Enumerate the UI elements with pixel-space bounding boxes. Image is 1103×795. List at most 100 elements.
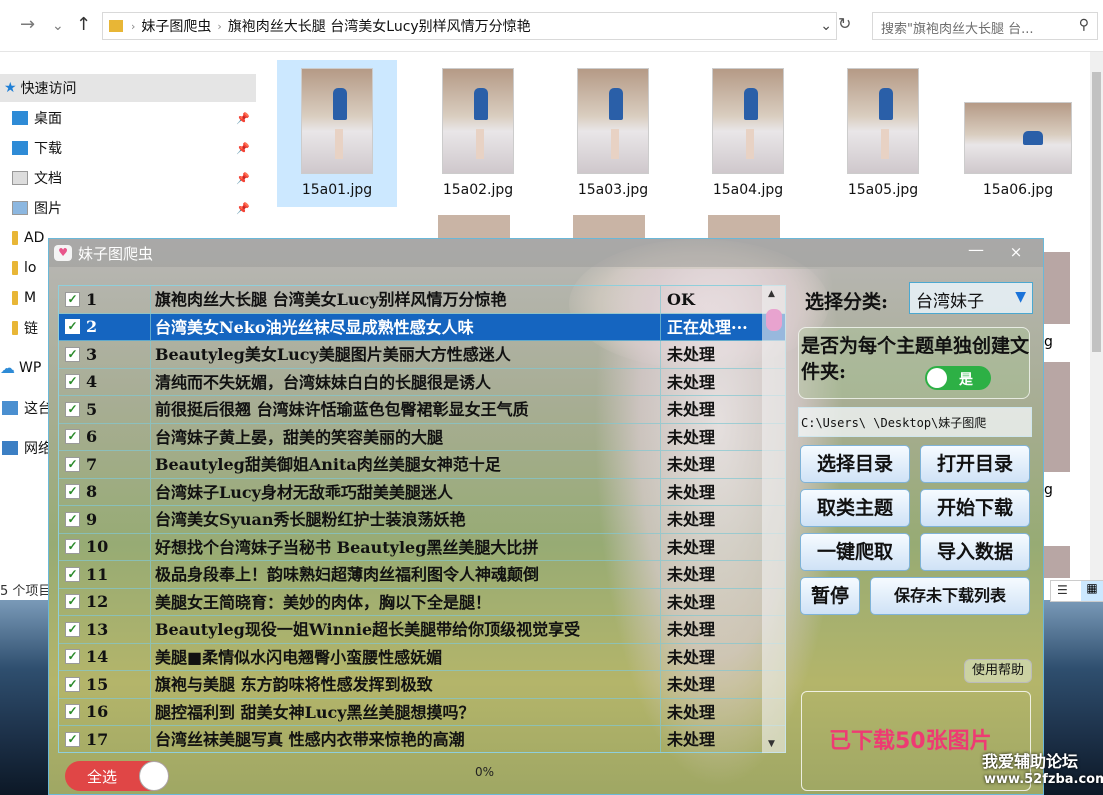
list-scrollbar[interactable]: ▲ ▼ bbox=[762, 285, 786, 753]
start-download-button[interactable]: 开始下载 bbox=[920, 489, 1030, 527]
get-topics-button[interactable]: 取类主题 bbox=[800, 489, 910, 527]
nav-downloads[interactable]: 下载 bbox=[12, 134, 62, 162]
large-icons-view-icon[interactable]: ▦ bbox=[1081, 581, 1103, 601]
breadcrumb-item[interactable]: 旗袍肉丝大长腿 台湾美女Lucy别样风情万分惊艳 bbox=[222, 16, 537, 36]
row-checkbox[interactable]: ✓ bbox=[65, 346, 80, 362]
topic-row[interactable]: ✓ 1 旗袍肉丝大长腿 台湾美女Lucy别样风情万分惊艳 OK bbox=[59, 286, 785, 314]
scroll-up-icon[interactable]: ▲ bbox=[768, 289, 775, 299]
row-checkbox[interactable]: ✓ bbox=[65, 704, 80, 720]
details-view-icon[interactable]: ☰ bbox=[1057, 583, 1068, 597]
nav-documents[interactable]: 文档 bbox=[12, 164, 62, 192]
image-thumbnail-partial[interactable] bbox=[438, 215, 510, 239]
row-checkbox[interactable]: ✓ bbox=[65, 401, 80, 417]
topic-list[interactable]: ✓ 1 旗袍肉丝大长腿 台湾美女Lucy别样风情万分惊艳 OK ✓ 2 台湾美女Neko油光… bbox=[58, 285, 786, 753]
image-thumbnail-partial[interactable] bbox=[573, 215, 645, 239]
topic-row[interactable]: ✓ 8 台湾妹子Lucy身材无敌乖巧甜美美腿迷人 未处理 bbox=[59, 478, 785, 506]
app-title-bar[interactable]: ♥ 妹子图爬虫 — × bbox=[49, 239, 1043, 267]
topic-row[interactable]: ✓ 3 Beautyleg美女Lucy美腿图片美丽大方性感迷人 未处理 bbox=[59, 341, 785, 369]
close-button[interactable]: × bbox=[1001, 239, 1031, 265]
topic-row[interactable]: ✓ 4 清纯而不失妩媚，台湾妹妹白白的长腿很是诱人 未处理 bbox=[59, 368, 785, 396]
save-path-field[interactable]: C:\Users\ \Desktop\妹子图爬 bbox=[798, 407, 1032, 437]
folder-option-toggle[interactable]: 是 bbox=[925, 366, 991, 390]
open-directory-button[interactable]: 打开目录 bbox=[920, 445, 1030, 483]
nav-folder-ad[interactable]: AD bbox=[12, 224, 44, 252]
file-thumbnail[interactable]: 15a04.jpg bbox=[688, 60, 808, 210]
image-thumbnail-partial[interactable] bbox=[1044, 252, 1070, 324]
nav-desktop[interactable]: 桌面 bbox=[12, 104, 62, 132]
scrollbar-thumb[interactable] bbox=[1092, 72, 1101, 352]
address-box[interactable]: › 妹子图爬虫 › 旗袍肉丝大长腿 台湾美女Lucy别样风情万分惊艳 ⌄ bbox=[102, 12, 837, 40]
one-click-crawl-button[interactable]: 一键爬取 bbox=[800, 533, 910, 571]
row-checkbox[interactable]: ✓ bbox=[65, 566, 80, 582]
row-number: 9 bbox=[86, 509, 98, 529]
file-thumbnail[interactable]: 15a03.jpg bbox=[553, 60, 673, 210]
row-checkbox[interactable]: ✓ bbox=[65, 594, 80, 610]
topic-row[interactable]: ✓ 16 腿控福利到 甜美女神Lucy黑丝美腿想摸吗？ 未处理 bbox=[59, 698, 785, 726]
image-thumbnail-partial[interactable] bbox=[1044, 362, 1070, 472]
row-checkbox[interactable]: ✓ bbox=[65, 731, 80, 747]
pin-icon[interactable]: 📌 bbox=[236, 172, 250, 185]
scrollbar-thumb[interactable] bbox=[766, 309, 782, 331]
topic-row[interactable]: ✓ 13 Beautyleg现役一姐Winnie超长美腿带给你顶级视觉享受 未处理 bbox=[59, 616, 785, 644]
pause-button[interactable]: 暂停 bbox=[800, 577, 860, 615]
image-thumbnail-partial[interactable] bbox=[708, 215, 780, 239]
topic-row[interactable]: ✓ 17 台湾丝袜美腿写真 性感内衣带来惊艳的高潮 未处理 bbox=[59, 726, 785, 752]
row-checkbox[interactable]: ✓ bbox=[65, 456, 80, 472]
nav-folder-m[interactable]: M bbox=[12, 284, 36, 312]
topic-row[interactable]: ✓ 10 好想找个台湾妹子当秘书 Beautyleg黑丝美腿大比拼 未处理 bbox=[59, 533, 785, 561]
topic-row[interactable]: ✓ 14 美腿■柔情似水闪电翘臀小蛮腰性感妩媚 未处理 bbox=[59, 643, 785, 671]
search-icon[interactable]: ⚲ bbox=[1079, 17, 1089, 33]
row-checkbox[interactable]: ✓ bbox=[65, 649, 80, 665]
row-checkbox[interactable]: ✓ bbox=[65, 374, 80, 390]
row-checkbox[interactable]: ✓ bbox=[65, 676, 80, 692]
pin-icon[interactable]: 📌 bbox=[236, 202, 250, 215]
refresh-icon[interactable]: ↻ bbox=[838, 14, 851, 33]
file-thumbnail[interactable]: 15a05.jpg bbox=[823, 60, 943, 210]
import-data-button[interactable]: 导入数据 bbox=[920, 533, 1030, 571]
file-thumbnail[interactable]: 15a06.jpg bbox=[958, 60, 1078, 210]
nav-network[interactable]: 网络 bbox=[0, 434, 52, 462]
view-mode-toggle[interactable]: ☰ ▦ bbox=[1050, 580, 1103, 602]
row-checkbox[interactable]: ✓ bbox=[65, 484, 80, 500]
topic-row[interactable]: ✓ 7 Beautyleg甜美御姐Anita肉丝美腿女神范十足 未处理 bbox=[59, 451, 785, 479]
up-icon[interactable]: ↑ bbox=[76, 14, 91, 35]
nav-folder-link[interactable]: 链 bbox=[12, 314, 38, 342]
nav-wps-cloud[interactable]: ☁ WP bbox=[0, 354, 41, 382]
dropdown-arrow-icon[interactable]: ▼ bbox=[1015, 289, 1026, 305]
help-button[interactable]: 使用帮助 bbox=[964, 659, 1032, 683]
topic-row[interactable]: ✓ 11 极品身段奉上！韵味熟妇超薄肉丝福利图令人神魂颠倒 未处理 bbox=[59, 561, 785, 589]
save-undownloaded-list-button[interactable]: 保存未下载列表 bbox=[870, 577, 1030, 615]
recent-locations-icon[interactable]: ⌄ bbox=[52, 18, 64, 34]
nav-quick-access[interactable]: ★ 快速访问 bbox=[0, 74, 256, 102]
minimize-button[interactable]: — bbox=[959, 239, 993, 265]
scroll-down-icon[interactable]: ▼ bbox=[768, 739, 775, 749]
file-thumbnail[interactable]: 15a01.jpg bbox=[277, 60, 397, 207]
vertical-scrollbar[interactable] bbox=[1090, 52, 1103, 612]
image-thumbnail-partial[interactable] bbox=[1044, 546, 1070, 578]
row-checkbox[interactable]: ✓ bbox=[65, 319, 80, 335]
breadcrumb-item[interactable]: 妹子图爬虫 bbox=[135, 16, 217, 36]
pin-icon[interactable]: 📌 bbox=[236, 112, 250, 125]
dropdown-chevron-icon[interactable]: ⌄ bbox=[820, 18, 832, 34]
row-checkbox[interactable]: ✓ bbox=[65, 291, 80, 307]
topic-row[interactable]: ✓ 5 前很挺后很翘 台湾妹许恬瑜蓝色包臀裙彰显女王气质 未处理 bbox=[59, 396, 785, 424]
select-directory-button[interactable]: 选择目录 bbox=[800, 445, 910, 483]
row-checkbox[interactable]: ✓ bbox=[65, 429, 80, 445]
search-input[interactable]: 搜索"旗袍肉丝大长腿 台... ⚲ bbox=[872, 12, 1098, 40]
topic-row[interactable]: ✓ 15 旗袍与美腿 东方韵味将性感发挥到极致 未处理 bbox=[59, 671, 785, 699]
row-checkbox[interactable]: ✓ bbox=[65, 511, 80, 527]
back-icon[interactable]: → bbox=[20, 14, 35, 35]
topic-row[interactable]: ✓ 6 台湾妹子黄上晏，甜美的笑容美丽的大腿 未处理 bbox=[59, 423, 785, 451]
row-checkbox[interactable]: ✓ bbox=[65, 539, 80, 555]
nav-this-pc[interactable]: 这台 bbox=[0, 394, 52, 422]
file-thumbnail[interactable]: 15a02.jpg bbox=[418, 60, 538, 210]
category-select[interactable]: 台湾妹子 ▼ bbox=[909, 282, 1033, 314]
select-all-toggle[interactable]: 全选 bbox=[65, 761, 169, 791]
pin-icon[interactable]: 📌 bbox=[236, 142, 250, 155]
topic-row[interactable]: ✓ 12 美腿女王简晓育：美妙的肉体，胸以下全是腿！ 未处理 bbox=[59, 588, 785, 616]
topic-row[interactable]: ✓ 9 台湾美女Syuan秀长腿粉红护士装浪荡妖艳 未处理 bbox=[59, 506, 785, 534]
row-checkbox[interactable]: ✓ bbox=[65, 621, 80, 637]
nav-pictures[interactable]: 图片 bbox=[12, 194, 62, 222]
nav-folder-lo[interactable]: lo bbox=[12, 254, 36, 282]
topic-row[interactable]: ✓ 2 台湾美女Neko油光丝袜尽显成熟性感女人味 正在处理··· bbox=[59, 313, 785, 341]
